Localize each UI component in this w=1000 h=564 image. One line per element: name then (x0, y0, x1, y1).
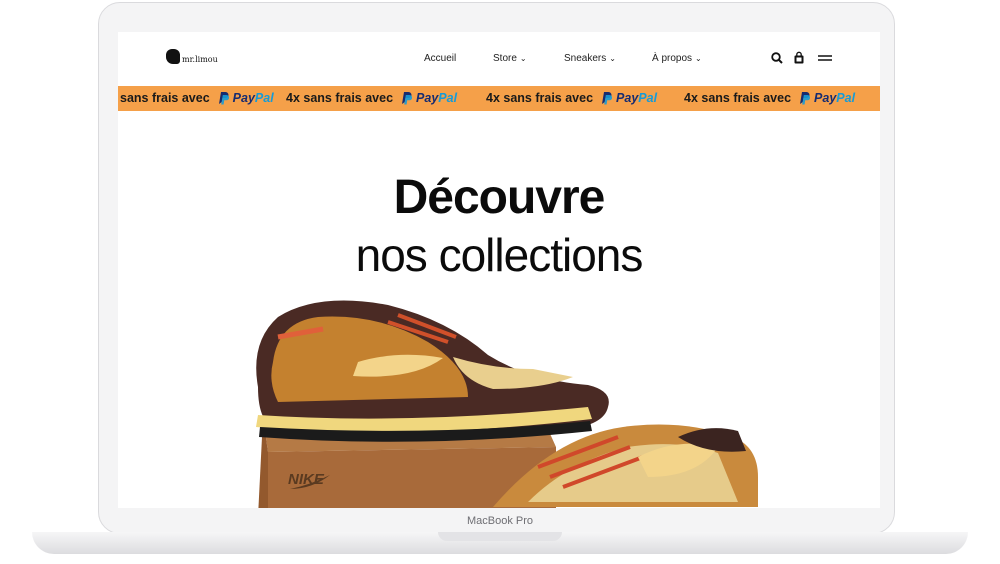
nav-label: Sneakers (564, 53, 607, 64)
logo-text: mr.limou (182, 55, 218, 64)
promo-item: sans frais avec PayPal (120, 91, 274, 105)
paypal-wordmark: PayPal (232, 91, 274, 105)
paypal-icon (800, 92, 811, 105)
logo-icon (166, 49, 180, 64)
nav-label: Accueil (424, 53, 457, 64)
hero-title: Découvre (393, 171, 606, 224)
chevron-down-icon: ⌄ (519, 54, 527, 63)
nav-label: Store (493, 53, 517, 64)
chevron-down-icon: ⌄ (695, 54, 702, 63)
logo[interactable]: mr.limou (166, 49, 218, 64)
hero-image: NIKE (256, 300, 758, 508)
bag-icon[interactable] (792, 51, 806, 65)
promo-item: 4x sans frais avec PayPal (286, 91, 457, 105)
device-label: MacBook Pro (466, 515, 534, 527)
paypal-wordmark: PayPal (416, 91, 458, 105)
nav-sneakers[interactable]: Sneakers ⌄ (564, 53, 616, 64)
promo-text: 4x sans frais avec (286, 91, 394, 105)
search-icon[interactable] (770, 51, 784, 65)
paypal-wordmark: PayPal (814, 91, 856, 105)
promo-text: 4x sans frais avec (486, 91, 594, 105)
paypal-icon (402, 92, 413, 105)
chevron-down-icon: ⌄ (609, 54, 616, 63)
promo-banner: sans frais avec PayPal 4x sans frais ave… (118, 86, 880, 111)
site-header: mr.limou Accueil Store ⌄ Sneakers ⌄ À pr… (118, 32, 880, 88)
promo-text: sans frais avec (120, 91, 210, 105)
nav-a-propos[interactable]: À propos ⌄ (652, 53, 702, 64)
browser-viewport: mr.limou Accueil Store ⌄ Sneakers ⌄ À pr… (118, 32, 880, 508)
nav-label: À propos (652, 53, 693, 64)
promo-text: 4x sans frais avec (684, 91, 792, 105)
promo-item: 4x sans frais avec PayPal (486, 91, 657, 105)
paypal-icon (602, 92, 613, 105)
paypal-wordmark: PayPal (616, 91, 658, 105)
paypal-icon (218, 92, 229, 105)
nav-store[interactable]: Store ⌄ (493, 53, 527, 64)
nav-accueil[interactable]: Accueil (424, 53, 456, 64)
menu-icon[interactable] (818, 51, 832, 65)
sneaker-top (256, 300, 609, 442)
laptop-notch (438, 532, 562, 541)
promo-item: 4x sans frais avec PayPal (684, 91, 855, 105)
